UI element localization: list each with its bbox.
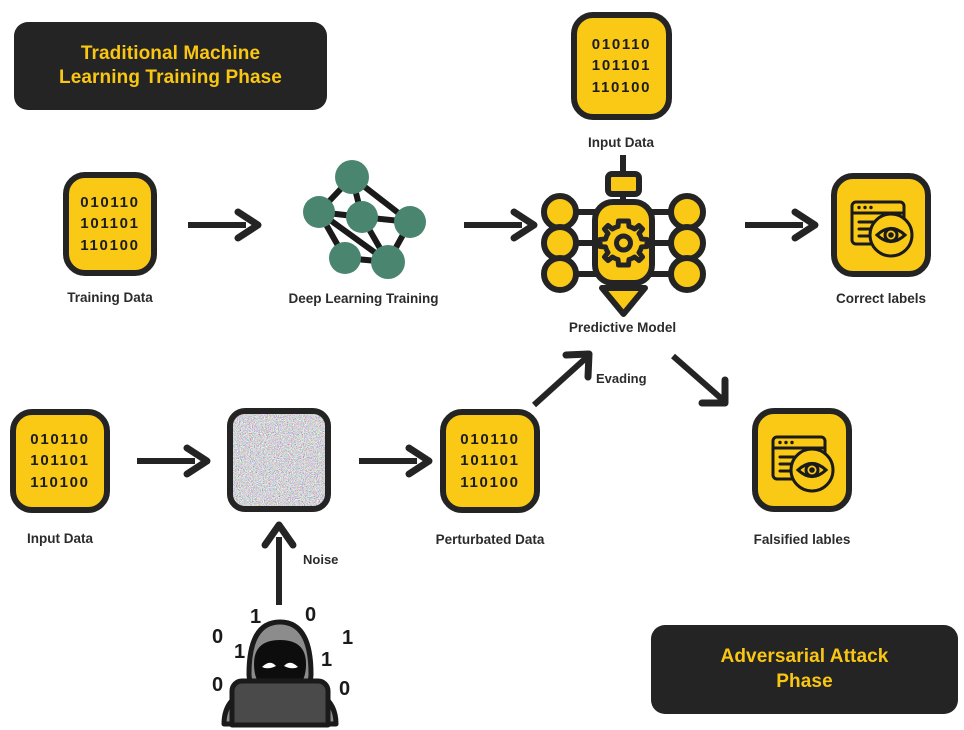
- correct-labels-card: [831, 173, 931, 277]
- training-data-card: 010110 101101 110100: [63, 172, 157, 276]
- training-phase-banner: Traditional Machine Learning Training Ph…: [14, 22, 327, 110]
- noise-texture: [233, 414, 325, 506]
- attacker-digit-2: 0: [212, 626, 223, 648]
- binary-row-3: 110100: [591, 78, 652, 96]
- binary-row-3: 110100: [80, 236, 140, 254]
- top-input-data-binary: 010110 101101 110100: [592, 34, 651, 98]
- attacker-digit-7: 1: [342, 627, 353, 649]
- perturbated-data-card: 010110 101101 110100: [440, 409, 540, 513]
- binary-row-3: 110100: [460, 473, 520, 491]
- attack-phase-banner-line1: Adversarial Attack: [720, 646, 889, 668]
- static-noise-icon: [227, 408, 331, 512]
- attack-phase-banner-line2: Phase: [776, 670, 833, 692]
- chip-gear-icon: [541, 171, 706, 317]
- binary-row-2: 101101: [591, 57, 652, 75]
- training-phase-banner-line1: Traditional Machine: [80, 42, 261, 64]
- perturbated-data-label: Perturbated Data: [435, 532, 545, 547]
- evading-label: Evading: [596, 371, 647, 386]
- arrow-predictive-model-to-correct-labels: [745, 208, 819, 242]
- arrow-evading-up: [531, 350, 593, 408]
- binary-row-1: 010110: [591, 36, 652, 54]
- arrow-noise-to-perturbated-data: [359, 444, 433, 478]
- attack-phase-banner: Adversarial Attack Phase: [651, 625, 958, 714]
- noise-label: Noise: [303, 552, 339, 567]
- perturbated-data-binary: 010110 101101 110100: [460, 429, 519, 493]
- correct-labels-label: Correct labels: [835, 291, 927, 306]
- arrow-model-to-falsified-labels: [671, 353, 729, 407]
- attacker-digit-6: 1: [321, 649, 332, 671]
- diagram-canvas: Traditional Machine Learning Training Ph…: [0, 0, 964, 730]
- predictive-model-label: Predictive Model: [568, 320, 677, 335]
- arrow-input-data-to-noise: [137, 444, 211, 478]
- attacker-digit-4: 1: [234, 641, 245, 663]
- attacker-digit-1: 1: [250, 606, 261, 628]
- binary-row-2: 101101: [460, 452, 520, 470]
- input-data-card: 010110 101101 110100: [10, 409, 110, 513]
- binary-row-1: 010110: [30, 431, 90, 449]
- binary-row-3: 110100: [30, 473, 90, 491]
- top-input-data-card: 010110 101101 110100: [571, 12, 672, 120]
- browser-eye-icon: [850, 200, 914, 258]
- falsified-labels-label: Falsified lables: [753, 532, 851, 547]
- browser-eye-icon: [771, 435, 835, 493]
- arrow-training-data-to-deep-learning: [188, 208, 262, 242]
- binary-row-1: 010110: [80, 194, 140, 212]
- attacker-digit-8: 0: [339, 678, 350, 700]
- training-data-binary: 010110 101101 110100: [80, 192, 139, 256]
- binary-row-1: 010110: [460, 431, 520, 449]
- training-phase-banner-line2: Learning Training Phase: [59, 67, 282, 88]
- attacker-digit-3: 0: [305, 604, 316, 626]
- input-data-binary: 010110 101101 110100: [30, 429, 89, 493]
- attacker-digit-5: 0: [212, 674, 223, 696]
- neural-network-icon: [303, 160, 426, 279]
- arrow-deep-learning-to-predictive-model: [464, 208, 538, 242]
- falsified-labels-card: [752, 408, 852, 512]
- input-data-label: Input Data: [27, 531, 93, 546]
- deep-learning-label: Deep Learning Training: [288, 291, 439, 306]
- arrow-attacker-to-noise: [261, 521, 297, 605]
- hooded-hacker-icon: 1 0 0 1 0 1 1 0: [212, 604, 353, 728]
- binary-row-2: 101101: [80, 215, 140, 233]
- top-input-data-label: Input Data: [588, 135, 654, 150]
- binary-row-2: 101101: [30, 452, 90, 470]
- training-data-label: Training Data: [67, 290, 153, 305]
